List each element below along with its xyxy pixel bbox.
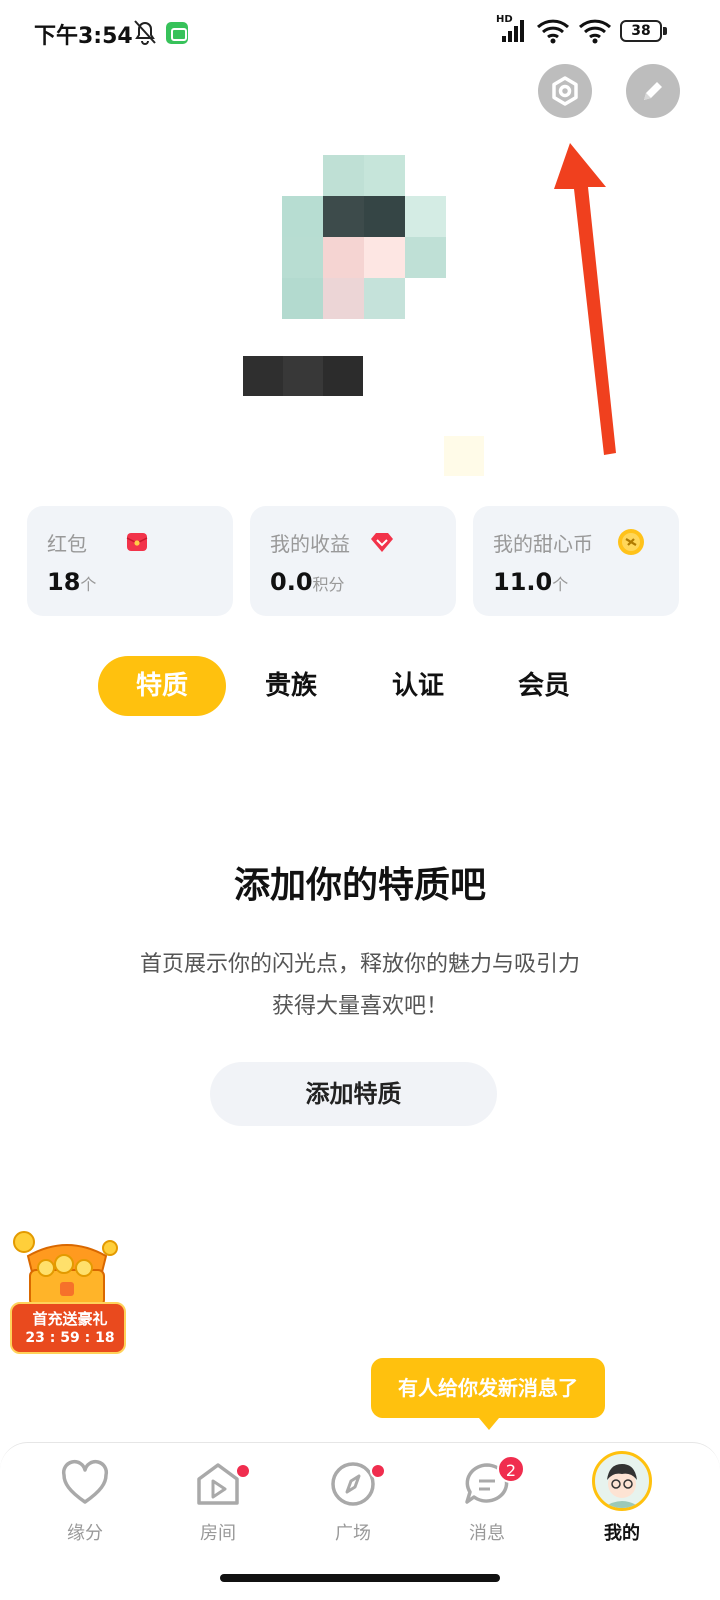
mosaic-cell xyxy=(323,356,363,396)
tab-traits[interactable]: 特质 xyxy=(98,656,226,716)
nav-item-room[interactable]: 房间 xyxy=(168,1451,268,1547)
earnings-card[interactable]: 我的收益 0.0积分 xyxy=(250,506,456,616)
promo-countdown: 23 : 59 : 18 xyxy=(25,1330,115,1346)
tab-membership[interactable]: 会员 xyxy=(499,656,589,716)
diamond-icon xyxy=(371,533,393,552)
nav-label: 我的 xyxy=(604,1523,640,1544)
sweetheart-coins-card[interactable]: 我的甜心币 11.0个 xyxy=(473,506,679,616)
unread-badge: 2 xyxy=(497,1455,525,1483)
mosaic-cell xyxy=(405,237,446,278)
new-message-tooltip[interactable]: 有人给你发新消息了 xyxy=(371,1358,605,1430)
mosaic-cell xyxy=(282,237,323,278)
coin-icon xyxy=(618,529,644,555)
stat-value: 0.0积分 xyxy=(270,568,345,596)
nav-item-plaza[interactable]: 广场 xyxy=(303,1451,403,1547)
nav-item-me[interactable]: 我的 xyxy=(572,1451,672,1547)
tab-nobility[interactable]: 贵族 xyxy=(246,656,336,716)
gear-icon xyxy=(552,76,578,106)
mosaic-cell xyxy=(283,356,323,396)
status-time: 下午3:54 xyxy=(34,24,133,49)
status-bar: 下午3:54 HD 38 xyxy=(0,0,720,64)
stat-label: 我的甜心币 xyxy=(493,532,593,556)
first-recharge-promo[interactable]: 首充送豪礼 23 : 59 : 18 xyxy=(6,1226,128,1356)
profile-avatar-pixelated[interactable] xyxy=(282,155,446,319)
annotation-arrow xyxy=(554,143,616,455)
empty-state-title: 添加你的特质吧 xyxy=(233,865,486,906)
mosaic-cell xyxy=(323,155,364,196)
wifi-icon xyxy=(536,19,570,44)
stat-value: 11.0个 xyxy=(493,568,569,596)
nav-item-fate[interactable]: 缘分 xyxy=(35,1451,135,1547)
empty-state-description: 首页展示你的闪光点，释放你的魅力与吸引力 xyxy=(139,952,580,977)
stat-value: 18个 xyxy=(47,568,97,596)
treasure-chest-icon xyxy=(13,1231,118,1307)
pixelated-badge xyxy=(444,436,484,476)
mosaic-cell xyxy=(364,196,405,237)
wifi-icon-secondary xyxy=(578,19,612,44)
mosaic-cell xyxy=(405,196,446,237)
notification-dot xyxy=(235,1463,251,1479)
nav-label: 消息 xyxy=(469,1523,505,1544)
mosaic-cell xyxy=(282,196,323,237)
red-envelope-card[interactable]: 红包 18个 xyxy=(27,506,233,616)
add-trait-button[interactable]: 添加特质 xyxy=(210,1062,497,1126)
settings-button[interactable] xyxy=(538,64,592,118)
notification-dot xyxy=(370,1463,386,1479)
mosaic-cell xyxy=(323,196,364,237)
nav-label: 房间 xyxy=(200,1523,236,1544)
mosaic-cell xyxy=(364,237,405,278)
mosaic-cell xyxy=(243,356,283,396)
tab-certification[interactable]: 认证 xyxy=(373,656,463,716)
stat-label: 红包 xyxy=(47,532,87,556)
promo-banner: 首充送豪礼 23 : 59 : 18 xyxy=(10,1302,126,1354)
promo-title: 首充送豪礼 xyxy=(32,1310,108,1328)
cartoon-avatar-icon xyxy=(603,1464,641,1508)
edit-profile-button[interactable] xyxy=(626,64,680,118)
empty-state-description: 获得大量喜欢吧！ xyxy=(271,994,448,1019)
stat-label: 我的收益 xyxy=(270,532,350,556)
mosaic-cell xyxy=(364,155,405,196)
heart-icon xyxy=(61,1460,109,1504)
battery-indicator: 38 xyxy=(620,20,667,42)
mosaic-cell xyxy=(323,278,364,319)
bottom-nav: 缘分 房间 广场 2 消息 我的 xyxy=(0,1442,720,1550)
mosaic-cell xyxy=(323,237,364,278)
nav-label: 缘分 xyxy=(67,1523,103,1544)
app-notification-icon xyxy=(166,22,188,44)
nav-label: 广场 xyxy=(335,1523,371,1544)
cell-signal-icon xyxy=(502,20,524,42)
bell-off-icon xyxy=(134,20,156,45)
home-indicator[interactable] xyxy=(220,1574,500,1582)
nav-item-messages[interactable]: 2 消息 xyxy=(437,1451,537,1547)
username-pixelated xyxy=(243,356,363,396)
mosaic-cell xyxy=(282,278,323,319)
red-envelope-icon xyxy=(126,533,148,551)
pencil-icon xyxy=(644,82,662,100)
profile-avatar xyxy=(592,1451,652,1511)
mosaic-cell xyxy=(364,278,405,319)
